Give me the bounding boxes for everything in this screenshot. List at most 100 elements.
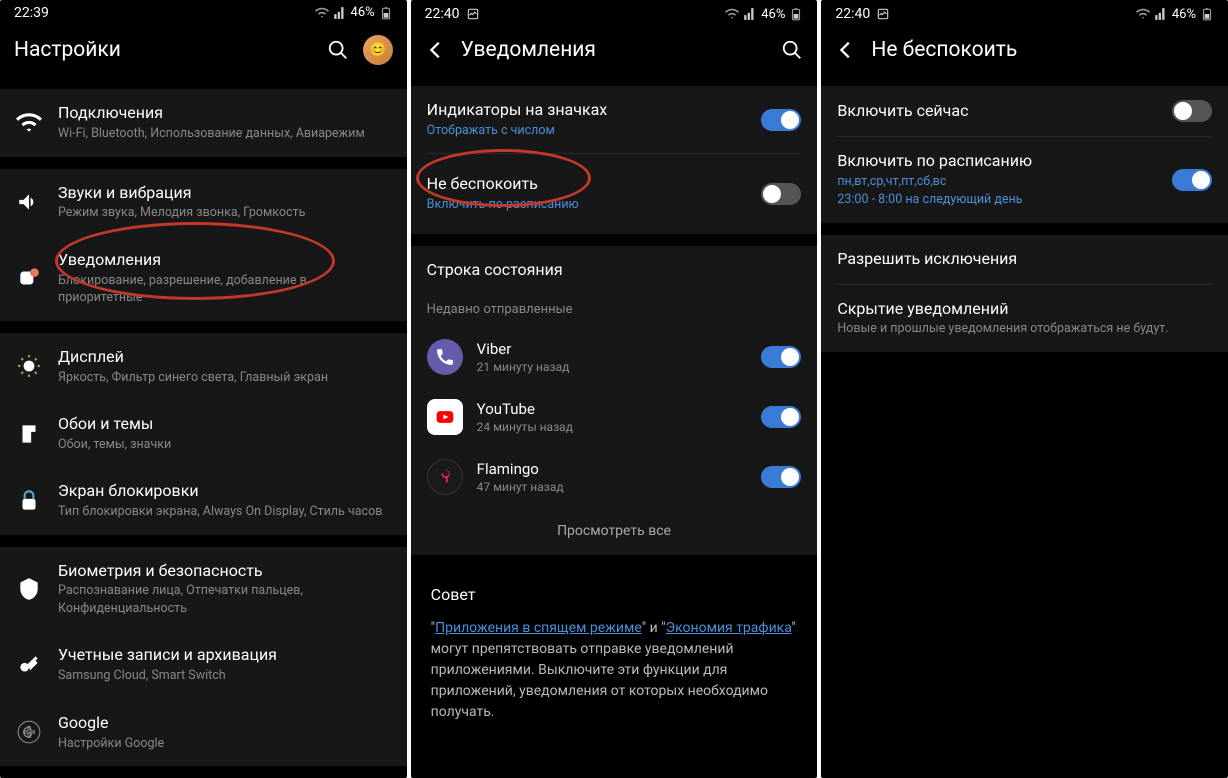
item-sub: Блокирование, разрешение, добавление в п… (58, 272, 391, 307)
item-title: Включить по расписанию (837, 151, 1156, 172)
item-title: Экран блокировки (58, 481, 391, 502)
item-title: Учетные записи и архивация (58, 645, 391, 666)
lock-icon (16, 488, 42, 514)
app-row-youtube[interactable]: YouTube 24 минуты назад (411, 387, 818, 447)
settings-item-display[interactable]: Дисплей Яркость, Фильтр синего света, Гл… (0, 333, 407, 400)
app-time: 47 минут назад (477, 480, 748, 494)
toggle-dnd[interactable] (761, 183, 801, 205)
settings-item-google[interactable]: G Google Настройки Google (0, 699, 407, 766)
item-title: Подключения (58, 103, 391, 124)
item-enable-schedule[interactable]: Включить по расписанию пн,вт,ср,чт,пт,сб… (821, 137, 1228, 223)
toggle-app-youtube[interactable] (761, 406, 801, 428)
item-title: Не беспокоить (427, 174, 746, 195)
item-title: Google (58, 713, 391, 734)
item-title: Уведомления (58, 250, 391, 271)
header: Не беспокоить (821, 28, 1228, 86)
page-title: Не беспокоить (871, 38, 1214, 62)
toggle-enable-now[interactable] (1172, 100, 1212, 122)
toggle-enable-schedule[interactable] (1172, 169, 1212, 191)
item-sub: Яркость, Фильтр синего света, Главный эк… (58, 369, 391, 387)
status-time: 22:40 (425, 6, 460, 22)
signal-icon (1154, 7, 1168, 21)
back-icon[interactable] (425, 39, 447, 61)
header: Уведомления (411, 28, 818, 86)
back-icon[interactable] (835, 39, 857, 61)
settings-item-lockscreen[interactable]: Экран блокировки Тип блокировки экрана, … (0, 467, 407, 534)
avatar[interactable]: 😊 (363, 35, 393, 65)
app-name: Viber (477, 340, 748, 358)
settings-item-biometrics[interactable]: Биометрия и безопасность Распознавание л… (0, 547, 407, 632)
toggle-badge[interactable] (761, 109, 801, 131)
tip-link-data-saver[interactable]: Экономия трафика (666, 620, 792, 636)
app-row-viber[interactable]: Viber 21 минуту назад (411, 327, 818, 387)
status-bar: 22:39 46% (0, 0, 407, 25)
item-title: Строка состояния (427, 260, 802, 281)
search-icon[interactable] (781, 39, 803, 61)
item-sub-days: пн,вт,ср,чт,пт,сб,вс (837, 173, 1156, 191)
wifi-icon (315, 6, 329, 20)
app-icon-viber (427, 339, 463, 375)
item-do-not-disturb[interactable]: Не беспокоить Включить по расписанию (411, 154, 818, 233)
see-all-button[interactable]: Просмотреть все (411, 507, 818, 555)
item-enable-now[interactable]: Включить сейчас (821, 86, 1228, 136)
search-icon[interactable] (327, 39, 349, 61)
item-title: Индикаторы на значках (427, 100, 746, 121)
item-sub: Режим звука, Мелодия звонка, Громкость (58, 204, 391, 222)
app-name: YouTube (477, 400, 748, 418)
wifi-icon (16, 110, 42, 136)
wifi-icon (725, 7, 739, 21)
app-time: 24 минуты назад (477, 420, 748, 434)
notification-icon (16, 265, 42, 291)
settings-item-accounts[interactable]: Учетные записи и архивация Samsung Cloud… (0, 631, 407, 698)
item-sub: Samsung Cloud, Smart Switch (58, 667, 391, 685)
item-hide-notifications[interactable]: Скрытие уведомлений Новые и прошлые увед… (821, 285, 1228, 352)
svg-text:G: G (23, 724, 33, 742)
recent-label: Недавно отправленные (411, 294, 818, 327)
wallpaper-icon (16, 421, 42, 447)
google-icon: G (16, 719, 42, 745)
app-icon-flamingo (427, 459, 463, 495)
item-status-bar[interactable]: Строка состояния (411, 246, 818, 295)
item-title: Биометрия и безопасность (58, 561, 391, 582)
toggle-app-flamingo[interactable] (761, 466, 801, 488)
settings-item-sounds[interactable]: Звуки и вибрация Режим звука, Мелодия зв… (0, 169, 407, 236)
app-icon-youtube (427, 399, 463, 435)
tip-title: Совет (431, 585, 798, 604)
tip-body: "Приложения в спящем режиме" и "Экономия… (431, 618, 798, 723)
status-time: 22:40 (835, 6, 870, 22)
battery-icon (789, 7, 803, 21)
settings-screen: 22:39 46% Настройки 😊 Подключения Wi-Fi,… (0, 0, 407, 778)
item-allow-exceptions[interactable]: Разрешить исключения (821, 235, 1228, 284)
status-bar: 22:40 46% (411, 0, 818, 28)
item-title: Звуки и вибрация (58, 183, 391, 204)
dnd-screen: 22:40 46% Не беспокоить Включить сейчас … (821, 0, 1228, 778)
battery-icon (379, 6, 393, 20)
settings-item-connections[interactable]: Подключения Wi-Fi, Bluetooth, Использова… (0, 89, 407, 156)
status-battery: 46% (761, 7, 785, 22)
item-title: Скрытие уведомлений (837, 299, 1212, 320)
item-sub: Включить по расписанию (427, 196, 746, 214)
key-icon (16, 652, 42, 678)
tip-section: Совет "Приложения в спящем режиме" и "Эк… (411, 567, 818, 741)
tip-link-sleeping-apps[interactable]: Приложения в спящем режиме (435, 620, 642, 636)
toggle-app-viber[interactable] (761, 346, 801, 368)
item-sub: Новые и прошлые уведомления отображаться… (837, 320, 1212, 338)
settings-item-wallpaper[interactable]: Обои и темы Обои, темы, значки (0, 400, 407, 467)
item-sub: Распознавание лица, Отпечатки пальцев, К… (58, 582, 391, 617)
screenshot-icon (466, 7, 480, 21)
item-sub-time: 23:00 - 8:00 на следующий день (837, 191, 1156, 209)
header: Настройки 😊 (0, 25, 407, 89)
battery-icon (1200, 7, 1214, 21)
item-title: Разрешить исключения (837, 249, 1212, 270)
settings-item-notifications[interactable]: Уведомления Блокирование, разрешение, до… (0, 236, 407, 321)
status-battery: 46% (1172, 7, 1196, 22)
status-bar: 22:40 46% (821, 0, 1228, 28)
display-icon (16, 353, 42, 379)
sound-icon (16, 189, 42, 215)
item-title: Дисплей (58, 347, 391, 368)
app-row-flamingo[interactable]: Flamingo 47 минут назад (411, 447, 818, 507)
item-title: Включить сейчас (837, 101, 1156, 122)
status-time: 22:39 (14, 5, 49, 21)
item-badge-indicators[interactable]: Индикаторы на значках Отображать с число… (411, 86, 818, 153)
item-title: Обои и темы (58, 414, 391, 435)
